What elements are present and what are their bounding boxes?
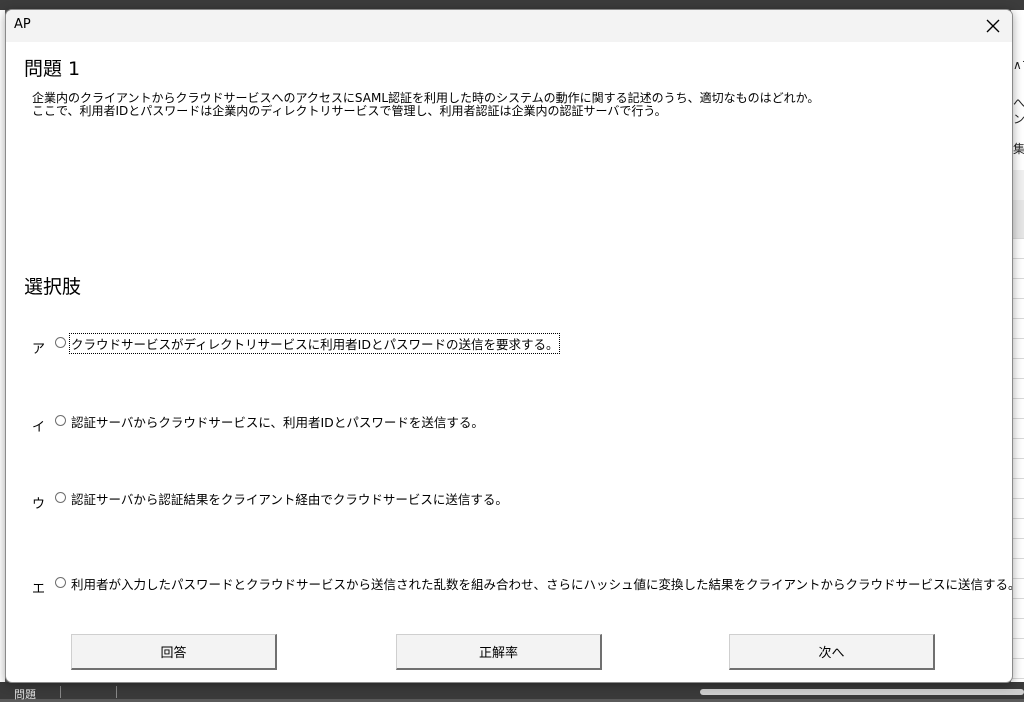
horizontal-scrollbar[interactable] — [700, 689, 1024, 695]
background-ribbon-fragment: ンタ — [1013, 112, 1024, 126]
question-line: ここで、利用者IDとパスワードは企業内のディレクトリサービスで管理し、利用者認証… — [32, 104, 667, 118]
radio-button[interactable] — [55, 577, 66, 588]
accuracy-button[interactable]: 正解率 — [396, 634, 602, 670]
choice-letter: エ — [32, 582, 46, 597]
radio-button[interactable] — [55, 415, 66, 426]
tab-separator — [116, 686, 117, 698]
answer-button[interactable]: 回答 — [71, 634, 277, 670]
choice-label[interactable]: クラウドサービスがディレクトリサービスに利用者IDとパスワードの送信を要求する。 — [68, 333, 561, 354]
background-ribbon-fragment: 集 — [1013, 142, 1024, 156]
background-ribbon-fragment: ∧マ — [1013, 58, 1024, 72]
choice-letter: ウ — [32, 497, 46, 512]
choice-letter: ア — [32, 342, 46, 357]
close-button[interactable] — [980, 13, 1006, 39]
question-text: 企業内のクライアントからクラウドサービスへのアクセスにSAML認証を利用した時の… — [32, 92, 819, 118]
choice-label[interactable]: 認証サーバから認証結果をクライアント経由でクラウドサービスに送信する。 — [70, 489, 509, 508]
dialog-title: AP — [14, 17, 31, 32]
radio-button[interactable] — [55, 492, 66, 503]
tab-separator — [60, 686, 61, 698]
question-heading: 問題 1 — [24, 58, 81, 80]
choice-letter: イ — [32, 420, 46, 435]
next-button[interactable]: 次へ — [729, 634, 935, 670]
dialog-titlebar[interactable]: AP — [6, 10, 1012, 42]
close-icon — [986, 19, 1000, 33]
sheet-tab[interactable]: 問題 — [14, 686, 36, 702]
choices-heading: 選択肢 — [24, 276, 82, 298]
background-sheet-tabs-bar: 問題 — [0, 682, 1024, 702]
radio-button[interactable] — [55, 337, 66, 348]
choice-label[interactable]: 利用者が入力したパスワードとクラウドサービスから送信された乱数を組み合わせ、さら… — [70, 574, 1012, 593]
choice-label[interactable]: 認証サーバからクラウドサービスに、利用者IDとパスワードを送信する。 — [70, 412, 485, 431]
background-ribbon-fragment: へ替 — [1013, 96, 1024, 110]
question-dialog: AP 問題 1 企業内のクライアントからクラウドサービスへのアクセスにSAML認… — [5, 9, 1013, 683]
